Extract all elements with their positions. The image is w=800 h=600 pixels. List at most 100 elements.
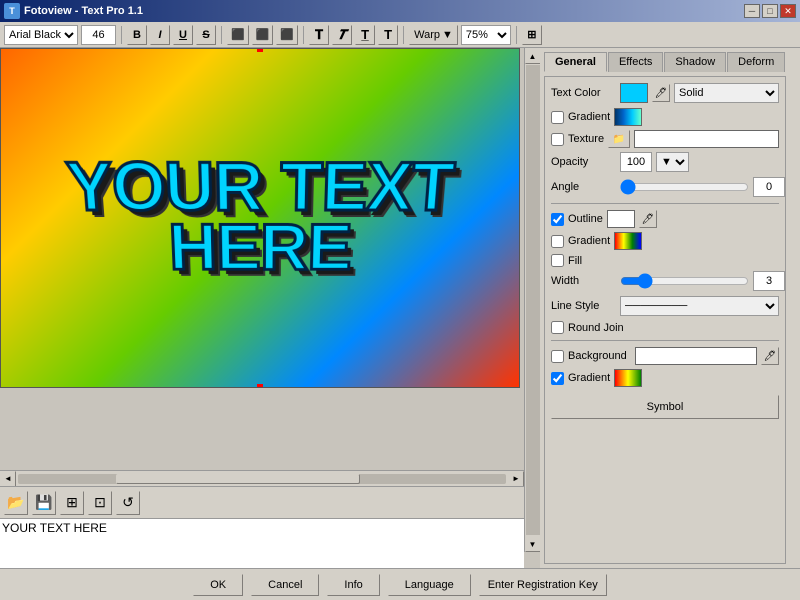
text-color-box[interactable] xyxy=(620,83,648,103)
register-button[interactable]: Enter Registration Key xyxy=(479,574,607,596)
text-preview[interactable]: YOUR TEXT HERE xyxy=(0,518,524,568)
language-button[interactable]: Language xyxy=(388,574,471,596)
background-checkbox[interactable] xyxy=(551,350,564,363)
right-panel: General Effects Shadow Deform Text Color… xyxy=(540,48,790,568)
text-style-btn1[interactable]: 𝐓 xyxy=(309,25,329,45)
angle-label: Angle xyxy=(551,181,616,193)
texture-preview xyxy=(634,130,779,148)
texture-label: Texture xyxy=(568,133,604,145)
outline-label: Outline xyxy=(568,213,603,225)
general-tab-content: Text Color 🖊 Solid Gradient Texture 📁 xyxy=(544,76,786,564)
title-bar: T Fotoview - Text Pro 1.1 ─ □ ✕ xyxy=(0,0,800,22)
gradient-preview[interactable] xyxy=(614,108,642,126)
background-eyedropper[interactable]: 🖊 xyxy=(761,347,779,365)
align-left-button[interactable]: ⬛ xyxy=(227,25,249,45)
angle-slider[interactable] xyxy=(620,180,749,194)
opacity-input[interactable] xyxy=(620,152,652,172)
scroll-left-button[interactable]: ◄ xyxy=(0,471,16,487)
background-label: Background xyxy=(568,350,627,362)
text-style-btn3[interactable]: T̲ xyxy=(355,25,375,45)
fill-row: Fill xyxy=(551,254,779,267)
toolbar-sep-1 xyxy=(121,26,122,44)
zoom-fit-button[interactable]: ⊡ xyxy=(88,491,112,515)
outline-checkbox[interactable] xyxy=(551,213,564,226)
round-join-label: Round Join xyxy=(568,322,624,334)
save-button[interactable]: 💾 xyxy=(32,491,56,515)
text-color-type-select[interactable]: Solid xyxy=(674,83,779,103)
width-slider[interactable] xyxy=(620,274,749,288)
width-input[interactable] xyxy=(753,271,785,291)
bold-button[interactable]: B xyxy=(127,25,147,45)
width-row: Width ▲ ▼ xyxy=(551,271,779,291)
symbol-button[interactable]: Symbol xyxy=(551,395,779,419)
open-folder-button[interactable]: 📂 xyxy=(4,491,28,515)
text-color-eyedropper[interactable]: 🖊 xyxy=(652,84,670,102)
tabs: General Effects Shadow Deform xyxy=(544,52,786,72)
opacity-label: Opacity xyxy=(551,156,616,168)
font-size-input[interactable] xyxy=(81,25,116,45)
refresh-button[interactable]: ↺ xyxy=(116,491,140,515)
bottom-bar: OK Cancel Info Language Enter Registrati… xyxy=(0,568,800,600)
align-center-button[interactable]: ⬛ xyxy=(252,25,274,45)
texture-checkbox[interactable] xyxy=(551,133,564,146)
gradient-checkbox[interactable] xyxy=(551,111,564,124)
angle-input[interactable] xyxy=(753,177,785,197)
outline-gradient-checkbox[interactable] xyxy=(551,235,564,248)
line-style-row: Line Style ──────── - - - - - ····· xyxy=(551,296,779,316)
underline-button[interactable]: U xyxy=(173,25,193,45)
h-scroll-track xyxy=(18,474,506,484)
vertical-scrollbar[interactable]: ▲ ▼ xyxy=(524,48,540,552)
ok-button[interactable]: OK xyxy=(193,574,243,596)
info-button[interactable]: Info xyxy=(327,574,379,596)
window-controls: ─ □ ✕ xyxy=(744,4,796,18)
bg-gradient-checkbox[interactable] xyxy=(551,372,564,385)
tab-shadow[interactable]: Shadow xyxy=(664,52,726,72)
tab-deform[interactable]: Deform xyxy=(727,52,785,72)
scroll-down-button[interactable]: ▼ xyxy=(525,536,541,552)
canvas[interactable]: YOUR TEXT HERE xyxy=(0,48,520,388)
cancel-button[interactable]: Cancel xyxy=(251,574,319,596)
minimize-button[interactable]: ─ xyxy=(744,4,760,18)
h-scroll-thumb[interactable] xyxy=(116,474,360,484)
fill-checkbox[interactable] xyxy=(551,254,564,267)
outline-gradient-preview[interactable] xyxy=(614,232,642,250)
scroll-up-button[interactable]: ▲ xyxy=(525,48,541,64)
texture-folder-btn[interactable]: 📁 xyxy=(608,130,630,148)
app-icon: T xyxy=(4,3,20,19)
background-color-box[interactable] xyxy=(635,347,757,365)
fullscreen-button[interactable]: ⊞ xyxy=(522,25,542,45)
font-family-select[interactable]: Arial Black xyxy=(4,25,78,45)
round-join-checkbox[interactable] xyxy=(551,321,564,334)
zoom-select[interactable]: 75% xyxy=(461,25,511,45)
outline-eyedropper[interactable]: 🖊 xyxy=(639,210,657,228)
toolbar: Arial Black B I U S ⬛ ⬛ ⬛ 𝐓 𝑻 T̲ T Warp … xyxy=(0,22,800,48)
app-title: Fotoview - Text Pro 1.1 xyxy=(24,5,143,17)
scroll-right-button[interactable]: ► xyxy=(508,471,524,487)
text-style-btn2[interactable]: 𝑻 xyxy=(332,25,352,45)
toolbar-sep-5 xyxy=(516,26,517,44)
toolbar-sep-4 xyxy=(403,26,404,44)
outline-row: Outline 🖊 xyxy=(551,210,779,228)
fit-button[interactable]: ⊞ xyxy=(60,491,84,515)
strikethrough-button[interactable]: S xyxy=(196,25,216,45)
background-row: Background 🖊 xyxy=(551,347,779,365)
bg-gradient-preview[interactable] xyxy=(614,369,642,387)
align-right-button[interactable]: ⬛ xyxy=(276,25,298,45)
line-style-select[interactable]: ──────── - - - - - ····· xyxy=(620,296,779,316)
canvas-wrapper: YOUR TEXT HERE xyxy=(0,48,524,470)
text-color-row: Text Color 🖊 Solid xyxy=(551,83,779,103)
text-style-btn4[interactable]: T xyxy=(378,25,398,45)
horizontal-scrollbar[interactable]: ◄ ► xyxy=(0,470,524,486)
tab-effects[interactable]: Effects xyxy=(608,52,663,72)
maximize-button[interactable]: □ xyxy=(762,4,778,18)
italic-button[interactable]: I xyxy=(150,25,170,45)
gradient-label: Gradient xyxy=(568,111,610,123)
warp-dropdown[interactable]: Warp ▼ xyxy=(409,25,458,45)
canvas-area: ▲ ▼ YOUR TEXT HERE ◄ ► 📂 xyxy=(0,48,540,568)
close-button[interactable]: ✕ xyxy=(780,4,796,18)
opacity-row: Opacity ▼ xyxy=(551,152,779,172)
tab-general[interactable]: General xyxy=(544,52,607,72)
opacity-select[interactable]: ▼ xyxy=(656,152,689,172)
outline-color-box[interactable] xyxy=(607,210,635,228)
bg-gradient-row: Gradient xyxy=(551,369,779,387)
